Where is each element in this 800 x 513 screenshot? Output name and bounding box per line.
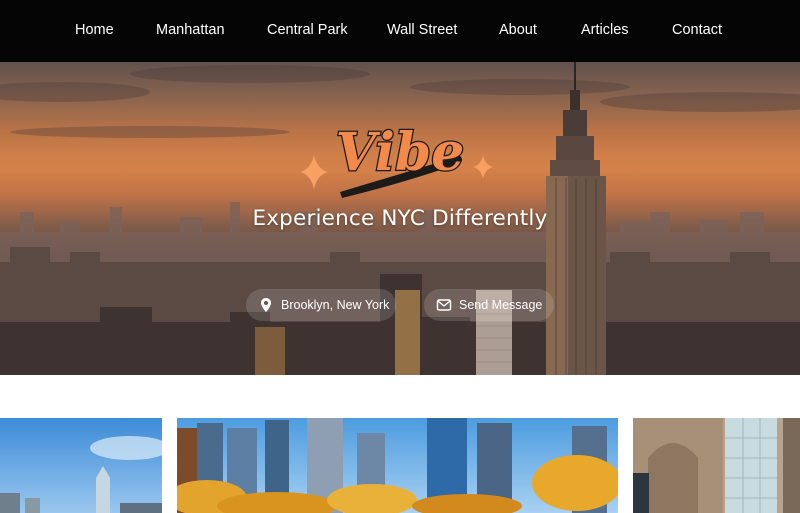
article-cards (0, 418, 800, 513)
sparkle-left-icon (300, 155, 328, 189)
nav-item-manhattan[interactable]: Manhattan (156, 22, 225, 38)
hero-tagline: Experience NYC Differently (252, 206, 548, 231)
send-message-button[interactable]: Send Message (424, 289, 554, 321)
map-pin-icon (258, 297, 274, 313)
envelope-icon (436, 297, 452, 313)
nav-item-home[interactable]: Home (75, 22, 114, 38)
hero-banner: Vibe Experience NYC Differently Brooklyn… (0, 62, 800, 375)
logo-text: Vibe (336, 122, 465, 183)
nav-item-central-park[interactable]: Central Park (267, 22, 348, 38)
nav-item-wall-street[interactable]: Wall Street (387, 22, 457, 38)
sparkle-right-icon (473, 155, 493, 179)
nav-item-contact[interactable]: Contact (672, 22, 722, 38)
location-pill[interactable]: Brooklyn, New York (246, 289, 396, 321)
location-label: Brooklyn, New York (281, 298, 390, 312)
card-image-skyline[interactable] (0, 418, 162, 513)
vibe-logo[interactable]: Vibe (290, 112, 510, 212)
send-message-label: Send Message (459, 298, 543, 312)
top-nav: Home Manhattan Central Park Wall Street … (0, 0, 800, 62)
card-image-street[interactable] (633, 418, 800, 513)
card-image-autumn-city[interactable] (177, 418, 618, 513)
nav-item-articles[interactable]: Articles (581, 22, 629, 38)
nav-item-about[interactable]: About (499, 22, 537, 38)
